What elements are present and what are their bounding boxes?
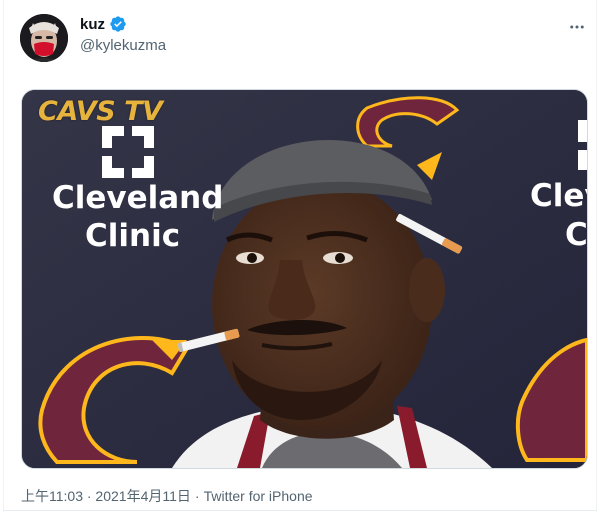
author-name-row: kuz bbox=[80, 15, 127, 33]
tweet-meta: 上午11:03 · 2021年4月11日 · Twitter for iPhon… bbox=[21, 486, 313, 506]
verified-badge-icon bbox=[109, 15, 127, 33]
media-sponsor-right-line-1: Clev bbox=[530, 178, 587, 214]
avatar[interactable] bbox=[20, 14, 68, 62]
card-border-left bbox=[3, 0, 4, 512]
author-display-name[interactable]: kuz bbox=[80, 16, 105, 33]
more-options-icon[interactable] bbox=[562, 14, 592, 40]
card-border-bottom bbox=[3, 510, 597, 511]
card-border-right bbox=[596, 0, 597, 512]
avatar-image bbox=[20, 14, 68, 62]
media-brand-text: CAVS TV bbox=[38, 96, 163, 127]
tweet-media-photo[interactable]: CAVS TV Cleveland Clinic Clev C bbox=[21, 89, 588, 469]
media-sponsor-line-2: Clinic bbox=[85, 218, 181, 254]
tweet-source[interactable]: Twitter for iPhone bbox=[204, 488, 313, 504]
photo-illustration bbox=[22, 90, 587, 468]
media-sponsor-line-1: Cleveland bbox=[52, 180, 224, 216]
tweet-timestamp[interactable]: 上午11:03 · 2021年4月11日 bbox=[21, 486, 191, 506]
author-handle[interactable]: @kylekuzma bbox=[80, 37, 166, 54]
meta-separator: · bbox=[194, 488, 200, 504]
media-sponsor-right-line-2: C bbox=[565, 217, 588, 253]
